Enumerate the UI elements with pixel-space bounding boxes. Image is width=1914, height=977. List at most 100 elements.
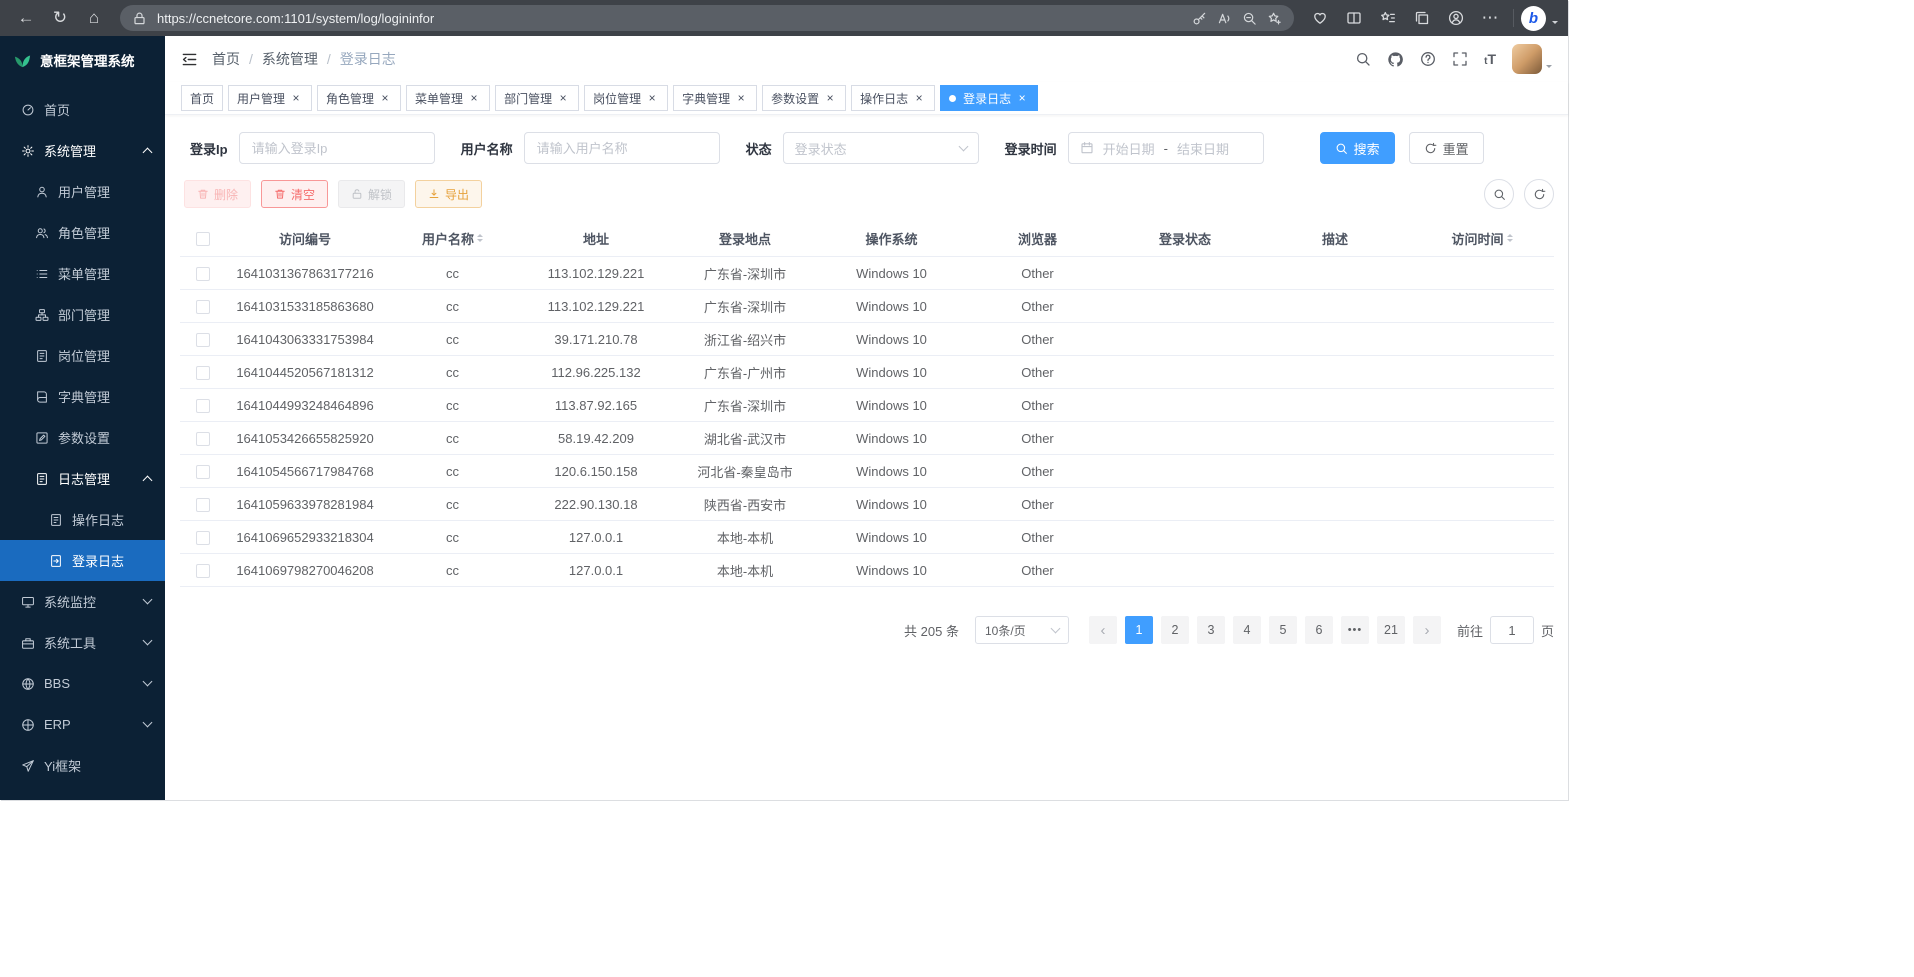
site-info-lock-icon[interactable] bbox=[132, 11, 147, 26]
help-icon[interactable] bbox=[1420, 51, 1436, 67]
select-all-checkbox[interactable] bbox=[196, 232, 210, 246]
browser-essentials-icon[interactable] bbox=[1304, 4, 1336, 32]
zoom-out-icon[interactable] bbox=[1242, 11, 1257, 26]
password-key-icon[interactable] bbox=[1192, 11, 1207, 26]
tab-close-icon[interactable] bbox=[378, 91, 392, 105]
address-bar[interactable]: https://ccnetcore.com:1101/system/log/lo… bbox=[120, 5, 1294, 31]
goto-page-input[interactable] bbox=[1490, 616, 1534, 644]
clear-button[interactable]: 清空 bbox=[261, 180, 328, 208]
page-button[interactable]: 5 bbox=[1269, 616, 1297, 644]
tab-close-icon[interactable] bbox=[556, 91, 570, 105]
breadcrumb-label[interactable]: 系统管理 bbox=[262, 49, 318, 69]
prev-page-button[interactable]: ‹ bbox=[1089, 616, 1117, 644]
back-button[interactable]: ← bbox=[10, 4, 42, 32]
row-checkbox[interactable] bbox=[196, 333, 210, 347]
avatar-image[interactable] bbox=[1512, 44, 1542, 74]
sidebar-item[interactable]: 系统管理 bbox=[0, 130, 165, 171]
tab[interactable]: 登录日志 bbox=[940, 85, 1038, 111]
unlock-button[interactable]: 解锁 bbox=[338, 180, 405, 208]
tab[interactable]: 用户管理 bbox=[228, 85, 312, 111]
tab-close-icon[interactable] bbox=[912, 91, 926, 105]
font-size-icon[interactable] bbox=[1484, 51, 1496, 67]
row-checkbox[interactable] bbox=[196, 432, 210, 446]
tab[interactable]: 首页 bbox=[181, 85, 223, 111]
tab-close-icon[interactable] bbox=[1015, 91, 1029, 105]
search-button[interactable]: 搜索 bbox=[1320, 132, 1395, 164]
read-aloud-icon[interactable] bbox=[1217, 11, 1232, 26]
row-checkbox[interactable] bbox=[196, 399, 210, 413]
tab-close-icon[interactable] bbox=[823, 91, 837, 105]
page-button[interactable]: 3 bbox=[1197, 616, 1225, 644]
sidebar-item[interactable]: 系统监控 bbox=[0, 581, 165, 622]
refresh-table-button[interactable] bbox=[1524, 179, 1554, 209]
column-header-sortable[interactable]: 访问时间 bbox=[1410, 229, 1554, 248]
collections-icon[interactable] bbox=[1406, 4, 1438, 32]
sidebar-item[interactable]: 登录日志 bbox=[0, 540, 165, 581]
row-checkbox[interactable] bbox=[196, 267, 210, 281]
tab[interactable]: 菜单管理 bbox=[406, 85, 490, 111]
sidebar-item[interactable]: 首页 bbox=[0, 89, 165, 130]
tab-close-icon[interactable] bbox=[645, 91, 659, 105]
page-button[interactable]: 2 bbox=[1161, 616, 1189, 644]
tab[interactable]: 字典管理 bbox=[673, 85, 757, 111]
sidebar-item[interactable]: 操作日志 bbox=[0, 499, 165, 540]
row-checkbox[interactable] bbox=[196, 564, 210, 578]
split-screen-icon[interactable] bbox=[1338, 4, 1370, 32]
page-button[interactable]: 4 bbox=[1233, 616, 1261, 644]
export-button[interactable]: 导出 bbox=[415, 180, 482, 208]
browser-menu-icon[interactable]: ⋯ bbox=[1474, 4, 1506, 32]
fold-menu-button[interactable] bbox=[181, 51, 198, 68]
tab[interactable]: 岗位管理 bbox=[584, 85, 668, 111]
next-page-button[interactable]: › bbox=[1413, 616, 1441, 644]
tab[interactable]: 部门管理 bbox=[495, 85, 579, 111]
browser-home-button[interactable]: ⌂ bbox=[78, 4, 110, 32]
copilot-caret-icon[interactable] bbox=[1552, 21, 1558, 27]
tab[interactable]: 角色管理 bbox=[317, 85, 401, 111]
row-checkbox[interactable] bbox=[196, 498, 210, 512]
toggle-search-button[interactable] bbox=[1484, 179, 1514, 209]
sidebar-item[interactable]: ERP bbox=[0, 704, 165, 745]
row-checkbox[interactable] bbox=[196, 300, 210, 314]
tab[interactable]: 操作日志 bbox=[851, 85, 935, 111]
start-date-placeholder[interactable]: 开始日期 bbox=[1103, 139, 1155, 158]
login-ip-input[interactable] bbox=[239, 132, 435, 164]
tab[interactable]: 参数设置 bbox=[762, 85, 846, 111]
github-icon[interactable] bbox=[1387, 51, 1404, 68]
search-icon[interactable] bbox=[1355, 51, 1371, 67]
sidebar-item[interactable]: Yi框架 bbox=[0, 745, 165, 786]
copilot-icon[interactable]: b bbox=[1521, 6, 1546, 31]
breadcrumb-item[interactable]: 登录日志 bbox=[340, 49, 396, 69]
favorites-icon[interactable] bbox=[1372, 4, 1404, 32]
tab-close-icon[interactable] bbox=[467, 91, 481, 105]
breadcrumb-item[interactable]: 首页 / bbox=[212, 49, 262, 69]
page-button[interactable]: 21 bbox=[1377, 616, 1405, 644]
sidebar-item[interactable]: 用户管理 bbox=[0, 171, 165, 212]
delete-button[interactable]: 删除 bbox=[184, 180, 251, 208]
page-button[interactable]: ••• bbox=[1341, 616, 1369, 644]
sidebar-item[interactable]: 部门管理 bbox=[0, 294, 165, 335]
row-checkbox[interactable] bbox=[196, 366, 210, 380]
tab-close-icon[interactable] bbox=[289, 91, 303, 105]
tab-close-icon[interactable] bbox=[734, 91, 748, 105]
row-checkbox[interactable] bbox=[196, 465, 210, 479]
sidebar-item[interactable]: 岗位管理 bbox=[0, 335, 165, 376]
fullscreen-icon[interactable] bbox=[1452, 51, 1468, 67]
user-avatar[interactable] bbox=[1512, 44, 1552, 74]
breadcrumb-label[interactable]: 首页 bbox=[212, 49, 240, 69]
breadcrumb-item[interactable]: 系统管理 / bbox=[262, 49, 340, 69]
status-select[interactable]: 登录状态 bbox=[783, 132, 979, 164]
page-button[interactable]: 6 bbox=[1305, 616, 1333, 644]
column-header-sortable[interactable]: 用户名称 bbox=[385, 229, 520, 248]
username-input[interactable] bbox=[524, 132, 720, 164]
sidebar-item[interactable]: 菜单管理 bbox=[0, 253, 165, 294]
end-date-placeholder[interactable]: 结束日期 bbox=[1177, 139, 1229, 158]
browser-profile-icon[interactable] bbox=[1440, 4, 1472, 32]
breadcrumb-label[interactable]: 登录日志 bbox=[340, 49, 396, 69]
page-button[interactable]: 1 bbox=[1125, 616, 1153, 644]
reload-button[interactable]: ↻ bbox=[44, 4, 76, 32]
sidebar-item[interactable]: 参数设置 bbox=[0, 417, 165, 458]
sidebar-item[interactable]: 字典管理 bbox=[0, 376, 165, 417]
favorites-add-icon[interactable] bbox=[1267, 11, 1282, 26]
page-size-select[interactable]: 10条/页 bbox=[975, 616, 1069, 644]
row-checkbox[interactable] bbox=[196, 531, 210, 545]
